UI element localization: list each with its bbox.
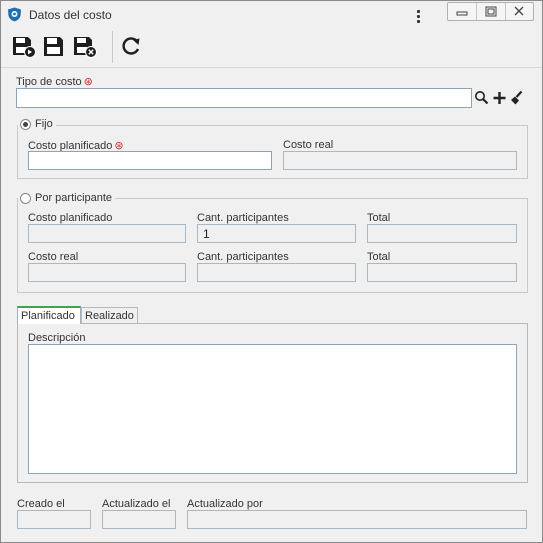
window-title: Datos del costo <box>29 8 112 22</box>
pp-participants-field: 1 <box>197 224 356 243</box>
toolbar-separator <box>112 31 113 63</box>
toolbar <box>1 29 542 68</box>
pp-total-field <box>367 224 517 243</box>
tab-realized[interactable]: Realizado <box>81 307 138 324</box>
refresh-icon[interactable] <box>117 32 145 60</box>
title-bar: Datos del costo <box>1 1 542 29</box>
window-controls <box>447 2 534 21</box>
restore-icon[interactable] <box>476 3 506 20</box>
updated-on-field <box>102 510 176 529</box>
updated-by-field <box>187 510 527 529</box>
pp-actual-participants-label: Cant. participantes <box>197 251 289 263</box>
pp-actual-total-label: Total <box>367 251 391 263</box>
created-on-label: Creado el <box>17 498 65 510</box>
search-icon[interactable] <box>473 88 490 108</box>
save-icon[interactable] <box>41 32 69 60</box>
pp-actual-total-field <box>367 263 517 282</box>
save-new-icon[interactable] <box>10 32 38 60</box>
cost-data-window: Datos del costo Tipo de costo ⊛ Fijo Cos… <box>0 0 543 543</box>
minimize-icon[interactable] <box>448 3 476 20</box>
per-participant-legend[interactable]: Por participante <box>18 192 116 204</box>
pp-participants-label: Cant. participantes <box>197 212 289 224</box>
fixed-radio[interactable] <box>20 118 31 130</box>
pp-actual-cost-label: Costo real <box>28 251 79 263</box>
created-on-field <box>17 510 91 529</box>
planned-cost-field[interactable] <box>28 151 272 170</box>
clear-icon[interactable] <box>509 88 526 108</box>
pp-actual-participants-field <box>197 263 356 282</box>
pp-planned-cost-field <box>28 224 186 243</box>
plus-icon[interactable] <box>491 88 508 108</box>
updated-on-label: Actualizado el <box>102 498 171 510</box>
updated-by-label: Actualizado por <box>187 498 263 510</box>
cost-type-label: Tipo de costo ⊛ <box>16 75 93 88</box>
actual-cost-label: Costo real <box>283 139 334 151</box>
more-options-icon[interactable] <box>412 7 424 25</box>
pp-planned-cost-label: Costo planificado <box>28 212 113 224</box>
save-close-icon[interactable] <box>71 32 99 60</box>
pp-total-label: Total <box>367 212 391 224</box>
fixed-radio-label: Fijo <box>35 118 53 130</box>
cost-type-label-text: Tipo de costo <box>16 76 82 88</box>
cost-type-input[interactable] <box>16 88 472 108</box>
tab-planned[interactable]: Planificado <box>17 306 81 324</box>
per-participant-radio-label: Por participante <box>35 192 113 204</box>
fixed-cost-legend[interactable]: Fijo <box>18 118 56 130</box>
description-textarea[interactable] <box>28 344 517 474</box>
pp-actual-cost-field <box>28 263 186 282</box>
app-shield-icon <box>7 7 22 22</box>
per-participant-radio[interactable] <box>20 192 31 204</box>
actual-cost-field <box>283 151 517 170</box>
close-icon[interactable] <box>505 3 533 20</box>
required-icon: ⊛ <box>83 76 93 88</box>
description-label: Descripción <box>28 332 86 344</box>
